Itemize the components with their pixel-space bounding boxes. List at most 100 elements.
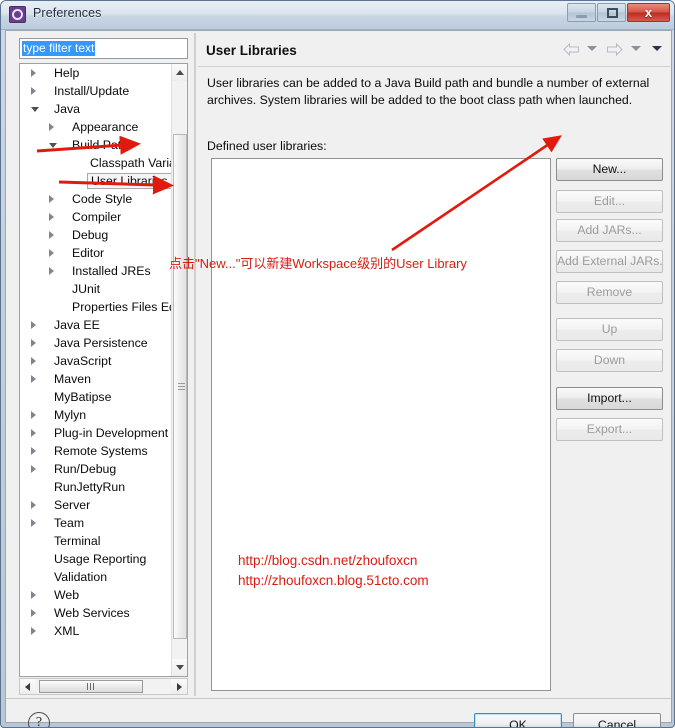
export-button[interactable]: Export...	[556, 418, 663, 441]
sidebar-item-terminal[interactable]: Terminal	[20, 532, 172, 550]
chevron-right-icon[interactable]	[31, 339, 36, 347]
panel-divider[interactable]	[194, 33, 196, 696]
tree-item-label: MyBatipse	[54, 390, 112, 404]
ok-button[interactable]: OK	[474, 713, 562, 727]
remove-button[interactable]: Remove	[556, 281, 663, 304]
tree-item-label: Java Persistence	[54, 336, 148, 350]
maximize-button[interactable]	[597, 3, 626, 22]
sidebar-item-web[interactable]: Web	[20, 586, 172, 604]
sidebar-item-debug[interactable]: Debug	[20, 226, 172, 244]
tree-item-label: Remote Systems	[54, 444, 148, 458]
tree-item-label: Run/Debug	[54, 462, 117, 476]
sidebar-item-junit[interactable]: JUnit	[20, 280, 172, 298]
edit-button[interactable]: Edit...	[556, 190, 663, 213]
sidebar-item-editor[interactable]: Editor	[20, 244, 172, 262]
chevron-right-icon[interactable]	[49, 267, 54, 275]
sidebar-item-team[interactable]: Team	[20, 514, 172, 532]
sidebar-item-code-style[interactable]: Code Style	[20, 190, 172, 208]
sidebar-item-help[interactable]: Help	[20, 64, 172, 82]
scroll-up-button[interactable]	[172, 64, 187, 81]
chevron-right-icon[interactable]	[31, 591, 36, 599]
tree-item-label: Editor	[72, 246, 105, 260]
sidebar-item-mybatipse[interactable]: MyBatipse	[20, 388, 172, 406]
tree-vertical-scrollbar[interactable]	[171, 64, 187, 676]
tree-item-label: Plug-in Development	[54, 426, 169, 440]
sidebar-item-properties-files-edito[interactable]: Properties Files Edito	[20, 298, 187, 316]
back-dropdown-icon[interactable]	[586, 46, 597, 52]
sidebar-item-java[interactable]: Java	[20, 100, 172, 118]
chevron-right-icon[interactable]	[31, 501, 36, 509]
maximize-icon	[607, 8, 618, 18]
sidebar-item-usage-reporting[interactable]: Usage Reporting	[20, 550, 172, 568]
scroll-down-button[interactable]	[172, 659, 187, 676]
chevron-right-icon[interactable]	[31, 411, 36, 419]
sidebar-item-build-path[interactable]: Build Path	[20, 136, 172, 154]
chevron-down-icon[interactable]	[49, 143, 57, 148]
sidebar-item-user-libraries[interactable]: User Libraries	[20, 172, 172, 190]
chevron-right-icon[interactable]	[49, 123, 54, 131]
chevron-right-icon[interactable]	[31, 321, 36, 329]
sidebar-item-java-ee[interactable]: Java EE	[20, 316, 172, 334]
chevron-right-icon[interactable]	[31, 627, 36, 635]
chevron-right-icon[interactable]	[31, 357, 36, 365]
tree-item-label: RunJettyRun	[54, 480, 126, 494]
chevron-right-icon[interactable]	[31, 375, 36, 383]
add-jars-button[interactable]: Add JARs...	[556, 219, 663, 242]
chevron-down-icon[interactable]	[31, 107, 39, 112]
add-external-jars-button[interactable]: Add External JARs...	[556, 250, 663, 273]
chevron-right-icon[interactable]	[49, 213, 54, 221]
sidebar-item-javascript[interactable]: JavaScript	[20, 352, 172, 370]
chevron-right-icon[interactable]	[31, 429, 36, 437]
sidebar-item-run-debug[interactable]: Run/Debug	[20, 460, 172, 478]
sidebar-item-runjettyrun[interactable]: RunJettyRun	[20, 478, 172, 496]
sidebar-item-validation[interactable]: Validation	[20, 568, 172, 586]
sidebar-item-web-services[interactable]: Web Services	[20, 604, 172, 622]
chevron-right-icon[interactable]	[49, 231, 54, 239]
sidebar-item-classpath-variab[interactable]: Classpath Variab	[20, 154, 183, 172]
down-button[interactable]: Down	[556, 349, 663, 372]
sidebar-item-server[interactable]: Server	[20, 496, 172, 514]
close-button[interactable]: x	[627, 3, 670, 22]
user-libraries-list[interactable]	[211, 158, 551, 691]
sidebar-item-installed-jres[interactable]: Installed JREs	[20, 262, 172, 280]
sidebar-item-compiler[interactable]: Compiler	[20, 208, 172, 226]
help-button[interactable]: ?	[28, 712, 50, 727]
sidebar-item-appearance[interactable]: Appearance	[20, 118, 172, 136]
sidebar-item-remote-systems[interactable]: Remote Systems	[20, 442, 172, 460]
forward-arrow-icon[interactable]	[606, 43, 624, 57]
sidebar-item-xml[interactable]: XML	[20, 622, 172, 640]
chevron-right-icon[interactable]	[31, 87, 36, 95]
sidebar-item-mylyn[interactable]: Mylyn	[20, 406, 172, 424]
chevron-right-icon[interactable]	[31, 69, 36, 77]
tree-item-label: Help	[54, 66, 80, 80]
up-button[interactable]: Up	[556, 318, 663, 341]
preferences-tree[interactable]: Help Install/Update Java Appearance Build Pa…	[19, 63, 188, 677]
sidebar-item-plug-in-development[interactable]: Plug-in Development	[20, 424, 172, 442]
chevron-right-icon[interactable]	[49, 195, 54, 203]
chevron-right-icon[interactable]	[31, 609, 36, 617]
chevron-right-icon[interactable]	[31, 465, 36, 473]
new-button[interactable]: New...	[556, 158, 663, 181]
chevron-right-icon[interactable]	[31, 519, 36, 527]
import-button[interactable]: Import...	[556, 387, 663, 410]
sidebar-item-install-update[interactable]: Install/Update	[20, 82, 172, 100]
tree-item-label: Team	[54, 516, 85, 530]
cancel-button[interactable]: Cancel	[573, 713, 661, 727]
hscrollbar-thumb[interactable]	[39, 680, 143, 693]
chevron-right-icon[interactable]	[31, 447, 36, 455]
scroll-right-button[interactable]	[171, 679, 187, 694]
forward-dropdown-icon[interactable]	[630, 46, 641, 52]
page-title: User Libraries	[206, 43, 297, 58]
chevron-right-icon[interactable]	[49, 249, 54, 257]
search-input[interactable]: type filter text	[19, 38, 188, 59]
tree-item-label: XML	[54, 624, 80, 638]
tree-horizontal-scrollbar[interactable]	[19, 678, 188, 695]
sidebar-item-maven[interactable]: Maven	[20, 370, 172, 388]
back-arrow-icon[interactable]	[562, 43, 580, 57]
scroll-left-button[interactable]	[20, 679, 36, 694]
scrollbar-thumb[interactable]	[173, 134, 187, 639]
minimize-button[interactable]	[567, 3, 596, 22]
view-menu-icon[interactable]	[652, 46, 662, 52]
defined-libraries-label: Defined user libraries:	[207, 139, 327, 153]
sidebar-item-java-persistence[interactable]: Java Persistence	[20, 334, 172, 352]
